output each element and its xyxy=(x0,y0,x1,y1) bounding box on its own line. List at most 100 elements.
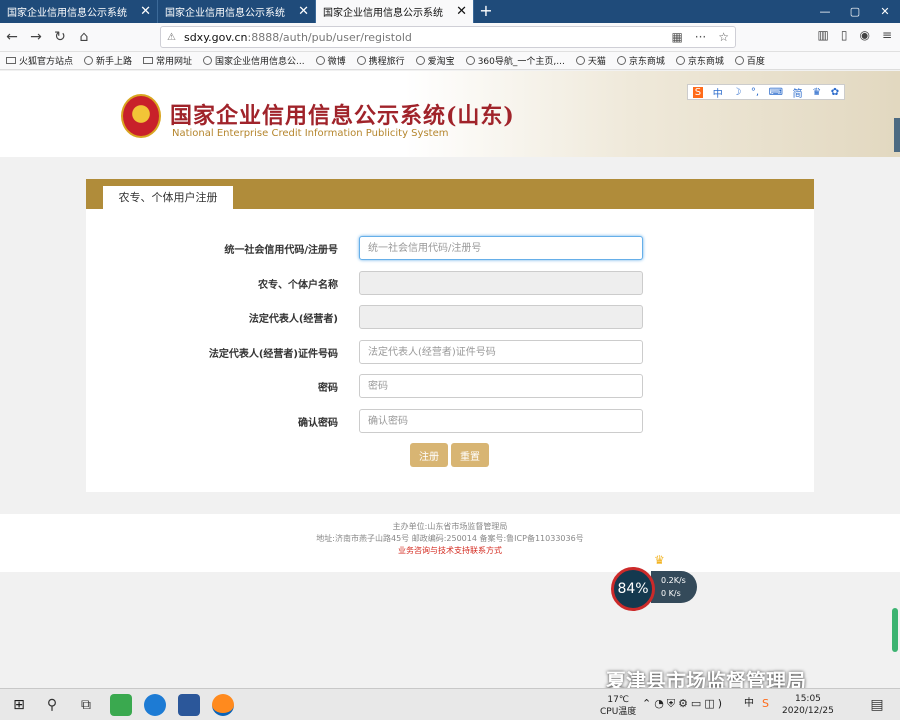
bookmark-item[interactable]: 携程旅行 xyxy=(356,54,405,67)
ime-toolbar: S 中 ☽ °, ⌨ 简 ♛ ✿ xyxy=(687,84,845,100)
back-arrow-icon[interactable]: ← xyxy=(0,29,24,45)
tab-close-icon[interactable]: ✕ xyxy=(456,5,467,18)
bookmark-label: 国家企业信用信息公... xyxy=(215,57,305,67)
business-name-label: 农专、个体户名称 xyxy=(258,280,338,291)
id-number-input[interactable] xyxy=(359,340,643,364)
forward-arrow-icon[interactable]: → xyxy=(24,29,48,45)
tab-close-icon[interactable]: ✕ xyxy=(298,5,309,18)
browser-tab-2[interactable]: 国家企业信用信息公示系统 ✕ xyxy=(158,0,316,23)
globe-icon xyxy=(203,56,213,65)
firefox-icon[interactable] xyxy=(212,694,234,716)
id-number-label: 法定代表人(经营者)证件号码 xyxy=(208,349,338,360)
password-input[interactable] xyxy=(359,374,643,398)
account-icon[interactable]: ◉ xyxy=(859,28,869,42)
download-speed: 0 K/s xyxy=(661,589,681,598)
search-icon[interactable]: ⚲ xyxy=(43,696,61,714)
footer-contact-link[interactable]: 业务咨询与技术支持联系方式 xyxy=(0,545,900,557)
insecure-lock-icon[interactable]: ⚠ xyxy=(167,32,176,43)
system-clock[interactable]: 15:05 2020/12/25 xyxy=(782,693,834,717)
side-panel-handle[interactable] xyxy=(894,118,900,152)
site-title: 国家企业信用信息公示系统(山东) xyxy=(170,103,515,129)
confirm-password-label: 确认密码 xyxy=(298,418,338,429)
globe-icon xyxy=(575,56,585,65)
sogou-logo-icon[interactable]: S xyxy=(692,86,704,98)
tab-title: 国家企业信用信息公示系统 xyxy=(323,8,443,19)
tab-individual-registration[interactable]: 农专、个体用户注册 xyxy=(103,186,233,210)
bookmark-item[interactable]: 百度 xyxy=(734,54,765,67)
bookmark-item[interactable]: 京东商城 xyxy=(675,54,724,67)
ime-indicator[interactable]: 中 xyxy=(744,699,754,709)
tab-strip: 国家企业信用信息公示系统 ✕ 国家企业信用信息公示系统 ✕ 国家企业信用信息公示… xyxy=(0,0,900,23)
browser-tab-1[interactable]: 国家企业信用信息公示系统 ✕ xyxy=(0,0,158,23)
qr-code-icon[interactable]: ▦ xyxy=(671,30,682,44)
firefox-icon xyxy=(84,56,94,65)
bookmarks-bar: 火狐官方站点 新手上路 常用网址 国家企业信用信息公... 微博 携程旅行 爱淘… xyxy=(0,52,900,70)
close-window-button[interactable]: ✕ xyxy=(870,0,900,23)
bookmark-star-icon[interactable]: ☆ xyxy=(718,30,729,44)
window-controls: — ▢ ✕ xyxy=(810,0,900,23)
windows-taskbar: ⊞ ⚲ ⧉ 17℃ CPU温度 ⌃◔⛨⚙▭◫) 中 S 15:05 2020/1… xyxy=(0,688,900,720)
notification-icon[interactable]: ▤ xyxy=(868,696,886,714)
register-button[interactable]: 注册 xyxy=(410,443,448,467)
confirm-password-input[interactable] xyxy=(359,409,643,433)
task-view-icon[interactable]: ⧉ xyxy=(77,696,95,714)
sogou-tray-icon[interactable]: S xyxy=(762,698,769,709)
national-emblem-icon xyxy=(121,94,161,138)
bookmark-item[interactable]: 国家企业信用信息公... xyxy=(203,54,305,67)
sidebar-icon[interactable]: ▯ xyxy=(841,28,848,42)
url-host: sdxy.gov.cn xyxy=(183,30,248,44)
upload-speed: 0.2K/s xyxy=(661,576,686,585)
menu-icon[interactable]: ≡ xyxy=(882,28,892,42)
folder-icon xyxy=(6,57,16,64)
network-speed-widget[interactable]: 0.2K/s 0 K/s 84% ♛ xyxy=(611,553,697,611)
bookmark-item[interactable]: 火狐官方站点 xyxy=(6,54,73,67)
ime-chinese-mode[interactable]: 中 xyxy=(713,85,723,100)
bookmark-item[interactable]: 微博 xyxy=(315,54,346,67)
reset-button[interactable]: 重置 xyxy=(451,443,489,467)
tab-close-icon[interactable]: ✕ xyxy=(140,5,151,18)
bookmark-item[interactable]: 新手上路 xyxy=(84,54,132,67)
edge-browser-icon[interactable] xyxy=(144,694,166,716)
legal-rep-label: 法定代表人(经营者) xyxy=(248,314,338,325)
punctuation-icon[interactable]: °, xyxy=(751,87,759,98)
crown-icon: ♛ xyxy=(654,553,665,567)
home-icon[interactable]: ⌂ xyxy=(72,29,96,45)
bookmark-item[interactable]: 360导航_一个主页,... xyxy=(465,54,565,67)
word-icon[interactable] xyxy=(178,694,200,716)
reload-icon[interactable]: ↻ xyxy=(48,29,72,45)
bookmark-label: 百度 xyxy=(746,57,765,67)
bookmark-item[interactable]: 爱淘宝 xyxy=(415,54,455,67)
app-green-icon[interactable] xyxy=(110,694,132,716)
settings-gear-icon[interactable]: ✿ xyxy=(831,87,839,98)
browser-tab-3-active[interactable]: 国家企业信用信息公示系统 ✕ xyxy=(316,0,474,23)
maximize-button[interactable]: ▢ xyxy=(840,0,870,23)
address-bar[interactable]: ⚠ sdxy.gov.cn :8888/auth/pub/user/regist… xyxy=(160,26,736,48)
field-row-confirm-password: 确认密码 xyxy=(86,409,814,433)
shirt-icon[interactable]: ♛ xyxy=(812,87,821,98)
tab-title: 国家企业信用信息公示系统 xyxy=(7,8,127,19)
more-actions-icon[interactable]: ··· xyxy=(695,30,706,44)
credit-code-label: 统一社会信用代码/注册号 xyxy=(224,245,338,256)
minimize-button[interactable]: — xyxy=(810,0,840,23)
floating-tool-handle[interactable] xyxy=(892,608,898,652)
site-footer: 主办单位:山东省市场监督管理局 地址:济南市燕子山路45号 邮政编码:25001… xyxy=(0,514,900,572)
library-icon[interactable]: ▥ xyxy=(818,28,829,42)
memory-percent: 84% xyxy=(611,567,655,611)
system-tray-icons[interactable]: ⌃◔⛨⚙▭◫) xyxy=(642,698,725,709)
new-tab-button[interactable]: + xyxy=(474,0,498,23)
bookmark-label: 新手上路 xyxy=(96,57,133,67)
field-row-credit-code: 统一社会信用代码/注册号 xyxy=(86,236,814,260)
cpu-temp-label: CPU温度 xyxy=(600,707,637,717)
navigation-bar: ← → ↻ ⌂ ⚠ sdxy.gov.cn :8888/auth/pub/use… xyxy=(0,23,900,52)
bookmark-item[interactable]: 天猫 xyxy=(575,54,606,67)
ime-simplified[interactable]: 简 xyxy=(793,85,803,100)
windows-start-icon[interactable]: ⊞ xyxy=(10,696,28,714)
bookmark-label: 爱淘宝 xyxy=(427,57,455,67)
bookmark-item[interactable]: 常用网址 xyxy=(143,54,192,67)
credit-code-input[interactable] xyxy=(359,236,643,260)
business-name-input xyxy=(359,271,643,295)
bookmark-item[interactable]: 京东商城 xyxy=(616,54,665,67)
moon-icon[interactable]: ☽ xyxy=(732,87,741,98)
cpu-temp-widget[interactable]: 17℃ CPU温度 xyxy=(600,696,636,717)
keyboard-icon[interactable]: ⌨ xyxy=(769,87,783,98)
